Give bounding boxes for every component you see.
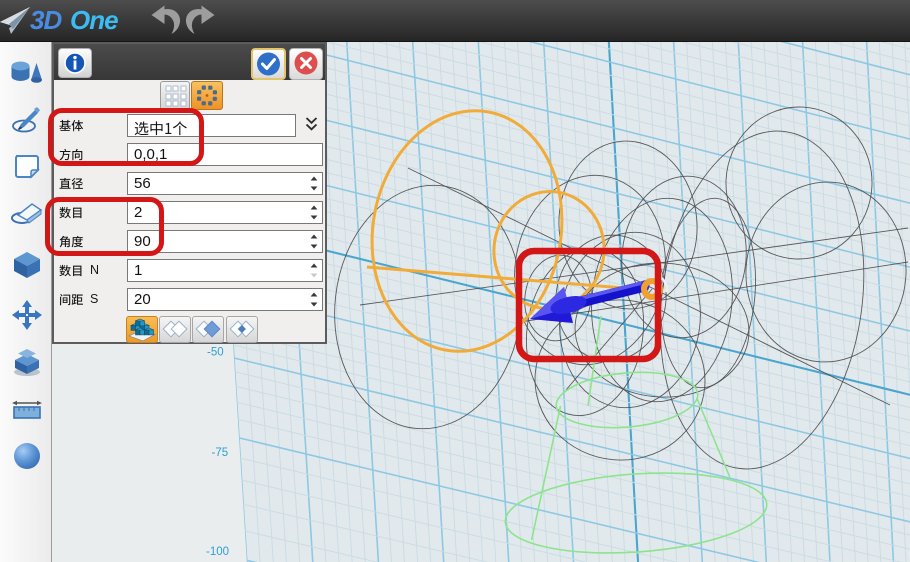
svg-text:-100: -100 <box>206 546 229 558</box>
svg-text:-75: -75 <box>212 447 229 459</box>
svg-text:-50: -50 <box>207 347 224 359</box>
